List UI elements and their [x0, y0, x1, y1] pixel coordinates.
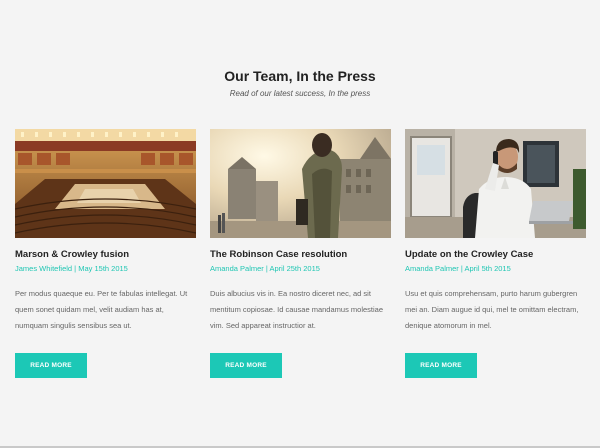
read-more-button[interactable]: READ MORE — [15, 353, 87, 378]
card-title[interactable]: Update on the Crowley Case — [405, 249, 586, 260]
section-title: Our Team, In the Press — [224, 68, 376, 84]
card-excerpt: Per modus quaeque eu. Per te fabulas int… — [15, 289, 188, 330]
press-card: Update on the Crowley Case Amanda Palmer… — [405, 129, 586, 378]
press-card: The Robinson Case resolution Amanda Palm… — [210, 129, 391, 378]
press-cards: Marson & Crowley fusion James Whitefield… — [15, 129, 587, 379]
businessman-walking-city-photo[interactable] — [210, 129, 391, 238]
man-on-phone-office-photo[interactable] — [405, 129, 586, 238]
parliament-chamber-photo[interactable] — [15, 129, 196, 238]
read-more-button[interactable]: READ MORE — [405, 353, 477, 378]
card-meta: James Whitefield | May 15th 2015 — [15, 264, 128, 273]
card-meta: Amanda Palmer | April 25th 2015 — [210, 264, 320, 273]
card-excerpt: Duis albucius vis in. Ea nostro diceret … — [210, 289, 384, 330]
press-card: Marson & Crowley fusion James Whitefield… — [15, 129, 196, 378]
card-meta: Amanda Palmer | April 5th 2015 — [405, 264, 511, 273]
read-more-button[interactable]: READ MORE — [210, 353, 282, 378]
section-subtitle: Read of our latest success, In the press — [229, 89, 371, 98]
card-excerpt: Usu et quis comprehensam, purto harum gu… — [405, 289, 579, 330]
card-title[interactable]: Marson & Crowley fusion — [15, 249, 196, 260]
card-title[interactable]: The Robinson Case resolution — [210, 249, 391, 260]
